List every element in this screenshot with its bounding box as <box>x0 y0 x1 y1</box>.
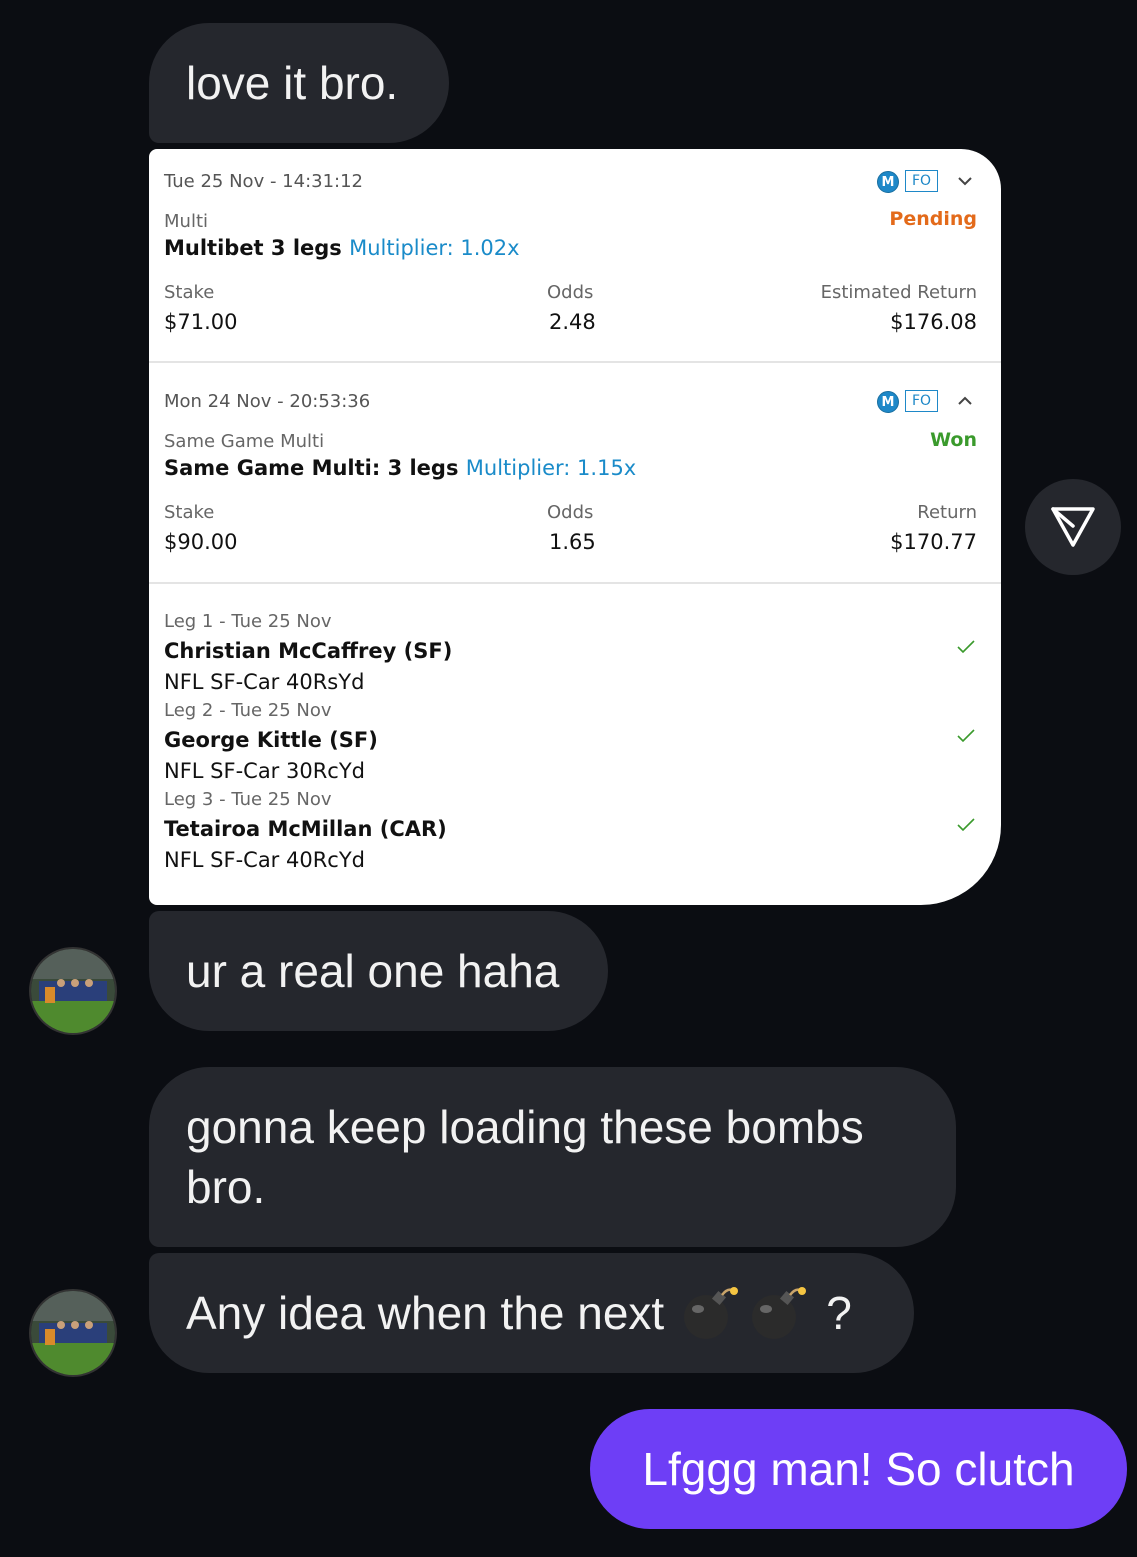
status-badge: Won <box>930 429 977 451</box>
fo-badge: FO <box>905 390 938 412</box>
bet-share-card[interactable]: Tue 25 Nov - 14:31:12 M FO Multi Pending… <box>149 149 1001 905</box>
leg-player: Christian McCaffrey (SF) <box>164 639 453 663</box>
avatar[interactable] <box>29 1289 117 1377</box>
leg-player: George Kittle (SF) <box>164 728 378 752</box>
avatar[interactable] <box>29 947 117 1035</box>
leg-header: Leg 3 - Tue 25 Nov <box>164 789 332 810</box>
message-text: ur a real one haha <box>186 945 560 997</box>
message-text-line: gonna keep loading these bombs <box>186 1101 864 1153</box>
message-bubble[interactable]: gonna keep loading these bombs bro. <box>149 1067 956 1247</box>
my-message-bubble[interactable]: Lfggg man! So clutch <box>590 1409 1127 1529</box>
bet-type: Multi <box>164 211 208 232</box>
check-icon <box>957 640 975 654</box>
message-text: love it bro. <box>186 57 399 109</box>
leg-header: Leg 2 - Tue 25 Nov <box>164 700 332 721</box>
stake-label: Stake <box>164 282 215 303</box>
leg-player: Tetairoa McMillan (CAR) <box>164 817 447 841</box>
message-text: Lfggg man! So clutch <box>642 1443 1075 1495</box>
bet-date: Tue 25 Nov - 14:31:12 <box>164 171 364 192</box>
return-label: Return <box>917 502 977 523</box>
m-badge: M <box>877 171 899 193</box>
check-icon <box>957 818 975 832</box>
status-badge: Pending <box>889 208 977 230</box>
odds-label: Odds <box>547 502 594 523</box>
odds-value: 1.65 <box>549 530 596 554</box>
return-value: $176.08 <box>890 310 977 334</box>
multiplier-text: Multiplier: 1.15x <box>465 456 637 480</box>
check-icon <box>957 729 975 743</box>
leg-market: NFL SF-Car 30RcYd <box>164 759 366 783</box>
team-photo-avatar <box>31 949 115 1033</box>
chevron-up-icon[interactable] <box>956 395 974 407</box>
bet-date: Mon 24 Nov - 20:53:36 <box>164 391 371 412</box>
bomb-icon <box>684 1287 739 1339</box>
m-badge: M <box>877 391 899 413</box>
message-text-line: bro. <box>186 1161 266 1213</box>
message-bubble[interactable]: Any idea when the next ? <box>149 1253 914 1373</box>
team-photo-avatar <box>31 1291 115 1375</box>
fo-badge: FO <box>905 170 938 192</box>
bet-title: Same Game Multi: 3 legs Multiplier: 1.15… <box>164 456 636 480</box>
message-bubble[interactable]: love it bro. <box>149 23 449 143</box>
bet-title-text: Multibet 3 legs <box>164 236 342 260</box>
share-button[interactable] <box>1025 479 1121 575</box>
leg-header: Leg 1 - Tue 25 Nov <box>164 611 332 632</box>
bet-summary-pending[interactable]: Tue 25 Nov - 14:31:12 M FO Multi Pending… <box>149 149 1001 361</box>
stake-value: $90.00 <box>164 530 238 554</box>
leg-market: NFL SF-Car 40RcYd <box>164 848 366 872</box>
bet-summary-won[interactable]: Mon 24 Nov - 20:53:36 M FO Same Game Mul… <box>149 363 1001 582</box>
odds-label: Odds <box>547 282 594 303</box>
return-value: $170.77 <box>890 530 977 554</box>
message-text: Any idea when the next <box>186 1287 665 1339</box>
message-bubble[interactable]: ur a real one haha <box>149 911 608 1031</box>
message-text-end: ? <box>826 1287 852 1339</box>
return-label: Estimated Return <box>820 282 977 303</box>
odds-value: 2.48 <box>549 310 596 334</box>
bet-type: Same Game Multi <box>164 431 325 452</box>
bomb-icon <box>752 1287 807 1339</box>
stake-label: Stake <box>164 502 215 523</box>
bet-title-text: Same Game Multi: 3 legs <box>164 456 459 480</box>
bet-title: Multibet 3 legs Multiplier: 1.02x <box>164 236 520 260</box>
stake-value: $71.00 <box>164 310 238 334</box>
multiplier-text: Multiplier: 1.02x <box>349 236 520 260</box>
legs-list: Leg 1 - Tue 25 Nov Christian McCaffrey (… <box>149 584 1001 905</box>
chevron-down-icon[interactable] <box>956 175 974 187</box>
leg-market: NFL SF-Car 40RsYd <box>164 670 365 694</box>
send-icon <box>1051 507 1095 547</box>
